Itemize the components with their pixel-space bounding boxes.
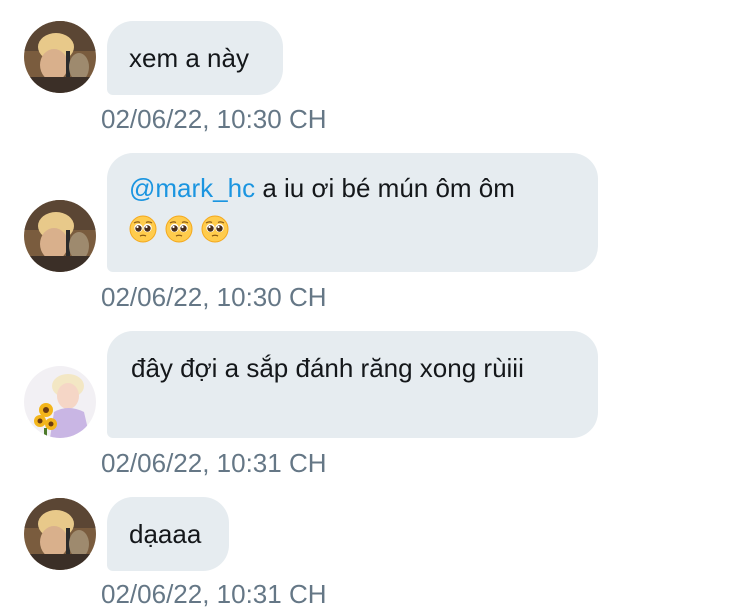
message-text: a iu ơi bé mún ôm ôm [255, 173, 515, 203]
message-timestamp: 02/06/22, 10:31 CH [101, 579, 327, 609]
message-bubble[interactable]: @mark_hc a iu ơi bé mún ôm ôm [107, 153, 598, 272]
avatar-other[interactable] [24, 498, 96, 570]
message-text: dạaaa [129, 519, 202, 549]
pleading-face-icon [165, 215, 193, 243]
message-timestamp: 02/06/22, 10:30 CH [101, 282, 327, 312]
pleading-face-icon [129, 215, 157, 243]
message-text: đây đợi a sắp đánh răng xong rùiii [131, 353, 524, 383]
message-timestamp: 02/06/22, 10:31 CH [101, 448, 327, 478]
message-text: xem a này [129, 43, 249, 73]
message-bubble[interactable]: đây đợi a sắp đánh răng xong rùiii [107, 331, 598, 438]
avatar-other[interactable] [24, 200, 96, 272]
message-bubble[interactable]: dạaaa [107, 497, 229, 571]
avatar-other[interactable] [24, 21, 96, 93]
dm-conversation: xem a này 02/06/22, 10:30 CH @mark_hc a … [0, 0, 750, 610]
user-mention-link[interactable]: @mark_hc [129, 173, 255, 203]
message-timestamp: 02/06/22, 10:30 CH [101, 104, 327, 134]
avatar-self[interactable] [24, 366, 96, 438]
message-bubble[interactable]: xem a này [107, 21, 283, 95]
pleading-face-icon [201, 215, 229, 243]
emoji-row [129, 215, 576, 243]
